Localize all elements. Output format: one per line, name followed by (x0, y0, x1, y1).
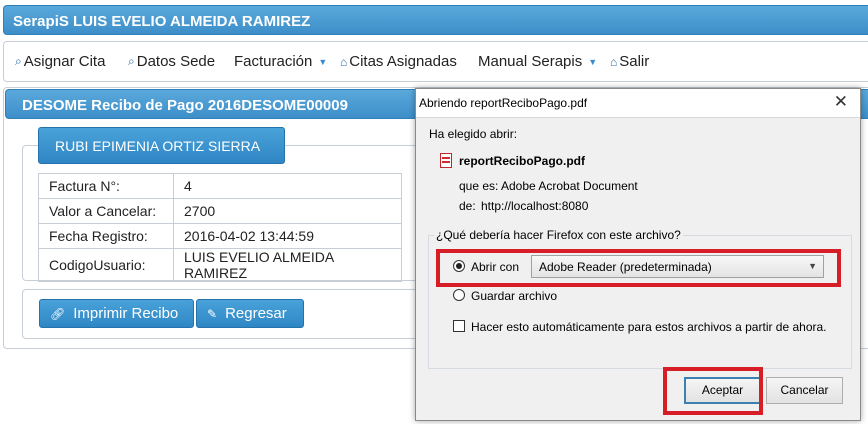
dialog-title: Abriendo reportReciboPago.pdf (419, 96, 588, 110)
menu-asignar-cita[interactable]: ⌕ Asignar Cita (15, 53, 105, 70)
menu-label: Citas Asignadas (349, 53, 457, 70)
menu-manual-serapis[interactable]: Manual Serapis ▼ (478, 53, 597, 70)
table-row: Fecha Registro: 2016-04-02 13:44:59 (38, 223, 402, 249)
home-icon: ⌂ (610, 54, 618, 69)
cancel-button[interactable]: Cancelar (766, 377, 843, 404)
menu-facturacion[interactable]: Facturación ▼ (234, 53, 327, 70)
close-icon[interactable]: ✕ (834, 92, 848, 112)
group-legend: ¿Qué debería hacer Firefox con este arch… (434, 228, 683, 242)
menu-label: Datos Sede (136, 53, 216, 70)
search-icon: ⌕ (128, 54, 135, 68)
download-dialog: Abriendo reportReciboPago.pdf ✕ Ha elegi… (415, 88, 861, 421)
button-label: Imprimir Recibo (73, 305, 179, 322)
from-label: de: (459, 199, 476, 213)
menu-datos-sede[interactable]: ⌕ Datos Sede (128, 53, 215, 70)
auto-label[interactable]: Hacer esto automáticamente para estos ar… (471, 320, 827, 334)
highlight-accept (663, 367, 763, 415)
pencil-icon: ✎ (207, 306, 218, 321)
back-button[interactable]: ✎ Regresar (196, 299, 304, 328)
app-header: SerapiS LUIS EVELIO ALMEIDA RAMIREZ (3, 5, 868, 35)
type-label: que es: (459, 179, 499, 193)
from-value: http://localhost:8080 (481, 199, 589, 213)
row-key: Factura N°: (38, 173, 174, 199)
receipt-table: Factura N°: 4 Valor a Cancelar: 2700 Fec… (38, 173, 402, 282)
row-key: Fecha Registro: (38, 223, 174, 249)
menu-label: Manual Serapis (478, 53, 583, 70)
table-row: Valor a Cancelar: 2700 (38, 198, 402, 224)
menu-label: Facturación (234, 53, 313, 70)
row-value: 2700 (173, 198, 402, 224)
menu-salir[interactable]: ⌂ Salir (610, 53, 649, 70)
type-value: Adobe Acrobat Document (501, 179, 638, 193)
row-key: Valor a Cancelar: (38, 198, 174, 224)
table-row: CodigoUsuario: LUIS EVELIO ALMEIDA RAMIR… (38, 248, 402, 282)
menu-label: Salir (619, 53, 650, 70)
menu-citas-asignadas[interactable]: ⌂ Citas Asignadas (340, 53, 457, 70)
highlight-open-with (436, 249, 841, 287)
save-file-label[interactable]: Guardar archivo (471, 289, 557, 303)
button-label: Regresar (225, 305, 287, 322)
print-receipt-button[interactable]: 🔗︎ Imprimir Recibo (39, 299, 194, 328)
caret-down-icon: ▼ (588, 56, 598, 67)
pdf-file-icon (440, 153, 452, 168)
row-value: 4 (173, 173, 402, 199)
person-name: RUBI EPIMENIA ORTIZ SIERRA (55, 138, 261, 154)
menu-label: Asignar Cita (23, 53, 106, 70)
caret-down-icon: ▼ (318, 56, 328, 67)
auto-checkbox[interactable] (453, 320, 465, 332)
person-name-tab[interactable]: RUBI EPIMENIA ORTIZ SIERRA (38, 127, 285, 164)
search-icon: ⌕ (15, 54, 22, 68)
table-row: Factura N°: 4 (38, 173, 402, 199)
row-value: 2016-04-02 13:44:59 (173, 223, 402, 249)
row-value: LUIS EVELIO ALMEIDA RAMIREZ (173, 248, 402, 282)
row-key: CodigoUsuario: (38, 248, 174, 282)
link-icon: 🔗︎ (50, 306, 66, 321)
dialog-titlebar: Abriendo reportReciboPago.pdf ✕ (416, 89, 860, 118)
file-name: reportReciboPago.pdf (459, 154, 586, 168)
save-file-radio[interactable] (453, 289, 465, 301)
receipt-title: DESOME Recibo de Pago 2016DESOME00009 (22, 97, 348, 114)
app-title: SerapiS LUIS EVELIO ALMEIDA RAMIREZ (13, 13, 311, 30)
chosen-label: Ha elegido abrir: (429, 127, 518, 141)
home-icon: ⌂ (340, 54, 348, 69)
